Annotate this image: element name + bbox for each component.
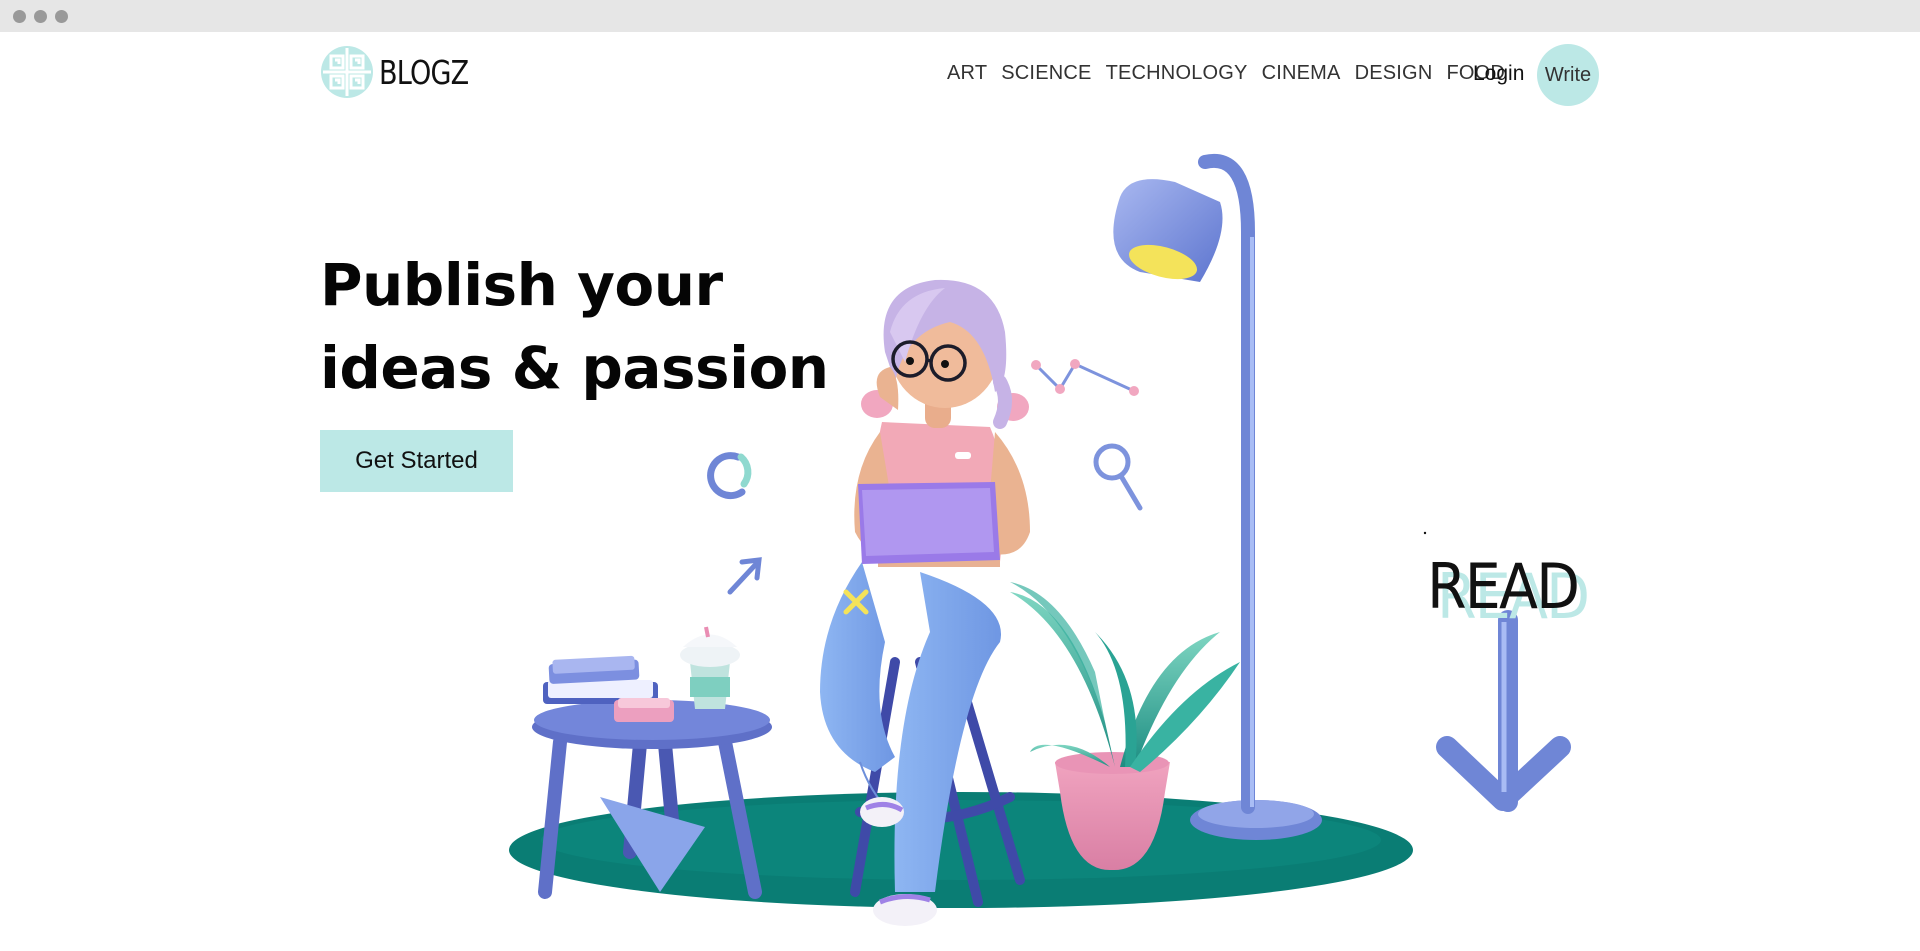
window-close-dot[interactable]: [13, 10, 26, 23]
graph-line-icon: [1031, 359, 1139, 396]
coffee-cup-icon: [680, 626, 740, 709]
read-label: READ: [1427, 550, 1580, 623]
hero-illustration: [509, 153, 1571, 926]
window-maximize-dot[interactable]: [55, 10, 68, 23]
deco-ring-icon: [707, 452, 752, 500]
magnifier-icon: [1093, 443, 1143, 511]
browser-chrome: [0, 0, 1920, 32]
arrow-down-icon: [1436, 610, 1571, 812]
window-minimize-dot[interactable]: [34, 10, 47, 23]
diagonal-arrow-icon: [727, 557, 762, 595]
page: BLOGZ ART SCIENCE TECHNOLOGY CINEMA DESI…: [0, 32, 1920, 951]
